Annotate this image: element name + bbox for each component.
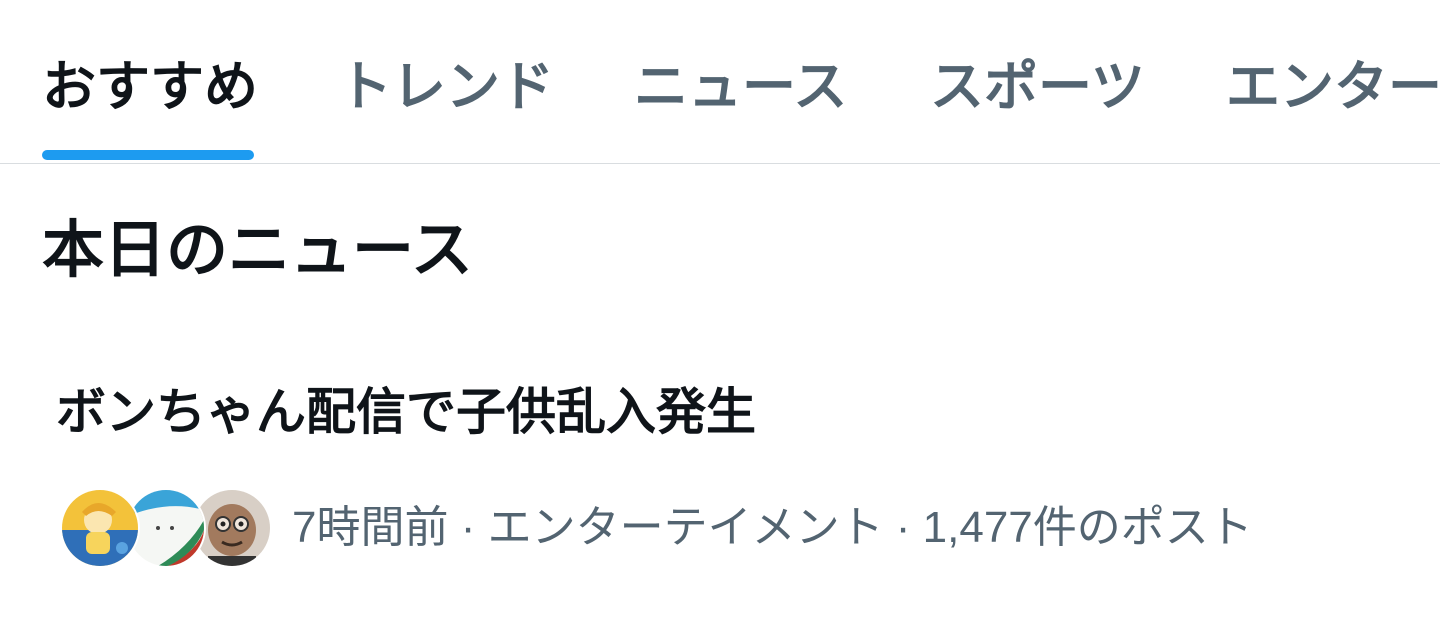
tab-trending[interactable]: トレンド [338, 52, 554, 122]
avatar [60, 488, 140, 568]
news-headline[interactable]: ボンちゃん配信で子供乱入発生 [56, 380, 756, 444]
tab-sports[interactable]: スポーツ [930, 52, 1145, 122]
section-title: 本日のニュース [42, 213, 473, 286]
avatar-stack [60, 488, 272, 568]
avatar-yellow-image [62, 490, 138, 566]
explore-tab-bar: おすすめ トレンド ニュース スポーツ エンターテイメント [0, 0, 1440, 164]
tab-entertainment[interactable]: エンターテイメント [1226, 52, 1440, 122]
active-tab-indicator [42, 150, 254, 160]
tab-news[interactable]: ニュース [634, 52, 847, 122]
news-meta: 7時間前 · エンターテイメント · 1,477件のポスト [292, 503, 1253, 552]
tab-for-you[interactable]: おすすめ [42, 52, 258, 122]
news-item[interactable]: ボンちゃん配信で子供乱入発生 7時間前 · エンターテイメント · 1,477件… [0, 360, 1440, 600]
